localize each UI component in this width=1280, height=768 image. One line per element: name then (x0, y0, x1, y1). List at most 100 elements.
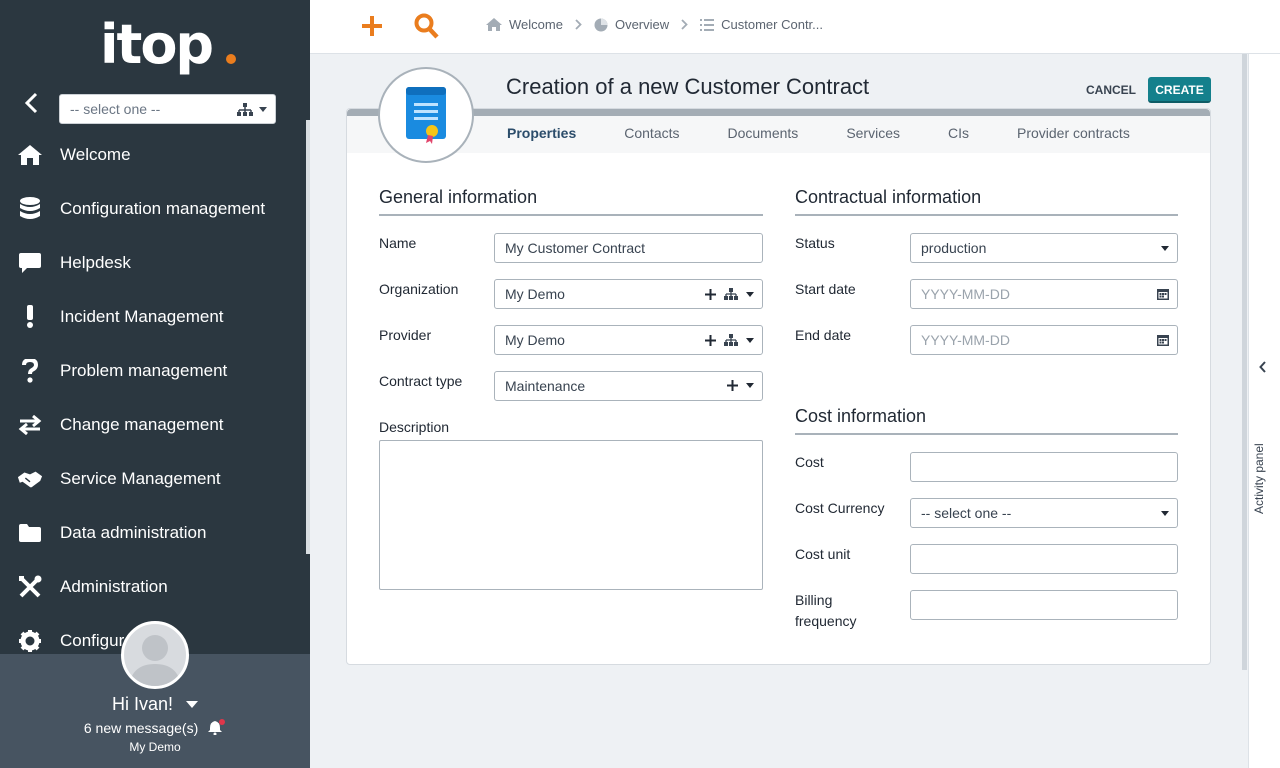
exclamation-icon (17, 304, 43, 330)
logo-dot (226, 54, 236, 64)
menu-item-welcome[interactable]: Welcome (0, 128, 306, 182)
sidebar-scrollbar[interactable] (306, 120, 310, 554)
list-icon (700, 18, 715, 31)
bell-icon (208, 719, 226, 736)
card-header-band (347, 109, 1210, 116)
folder-icon (17, 520, 43, 546)
user-area: Hi Ivan! 6 new message(s) My Demo (0, 621, 310, 768)
house-icon (486, 18, 502, 31)
main-menu: Welcome Configuration management Helpdes… (0, 128, 306, 668)
tab-documents[interactable]: Documents (728, 125, 799, 141)
page-title: Creation of a new Customer Contract (506, 74, 870, 99)
menu-item-problem-management[interactable]: Problem management (0, 344, 306, 398)
section-divider (795, 433, 1178, 435)
menu-item-data-administration[interactable]: Data administration (0, 506, 306, 560)
tab-contacts[interactable]: Contacts (624, 125, 679, 141)
main-scrollbar[interactable] (1242, 54, 1247, 670)
general-information-title: General information (379, 187, 538, 207)
pie-chart-icon (594, 18, 608, 31)
speech-bubble-icon (17, 250, 43, 276)
menu-item-incident-management[interactable]: Incident Management (0, 290, 306, 344)
billing-frequency-field[interactable] (910, 590, 1178, 620)
tab-properties[interactable]: Properties (507, 125, 576, 141)
description-textarea[interactable] (379, 440, 763, 590)
breadcrumb-customer-contract[interactable]: Customer Contr... (700, 17, 823, 32)
database-icon (17, 196, 43, 222)
caret-down-icon (1161, 246, 1169, 251)
cost-field[interactable] (910, 452, 1178, 482)
contract-type-label: Contract type (379, 373, 463, 389)
chevron-left-icon (24, 92, 38, 114)
global-search-button[interactable] (414, 12, 440, 45)
plus-icon[interactable] (705, 288, 716, 300)
tab-provider-contracts[interactable]: Provider contracts (1017, 125, 1130, 141)
menu-item-service-management[interactable]: Service Management (0, 452, 306, 506)
arrows-exchange-icon (17, 412, 43, 438)
status-select[interactable]: production (910, 233, 1178, 263)
itop-logo[interactable]: itop (100, 10, 240, 80)
user-greeting[interactable]: Hi Ivan! (0, 694, 310, 715)
hierarchy-icon (237, 103, 253, 116)
caret-down-icon (1161, 511, 1169, 516)
cost-label: Cost (795, 454, 824, 470)
status-label: Status (795, 235, 835, 251)
plus-icon[interactable] (727, 380, 738, 391)
object-tabs: Properties Contacts Documents Services C… (507, 125, 1178, 141)
provider-label: Provider (379, 327, 432, 343)
name-field[interactable]: My Customer Contract (494, 233, 763, 263)
new-messages[interactable]: 6 new message(s) (0, 719, 310, 736)
chevron-right-icon (681, 19, 688, 30)
house-icon (17, 142, 43, 168)
caret-down-icon[interactable] (746, 337, 754, 343)
hierarchy-icon[interactable] (724, 334, 738, 346)
breadcrumb-welcome[interactable]: Welcome (486, 17, 563, 32)
user-organization: My Demo (129, 740, 181, 754)
question-icon (17, 358, 43, 384)
caret-down-icon[interactable] (746, 291, 754, 297)
start-date-label: Start date (795, 281, 856, 297)
tab-services[interactable]: Services (846, 125, 900, 141)
person-silhouette-icon (129, 635, 181, 686)
calendar-icon[interactable] (1157, 334, 1169, 346)
name-label: Name (379, 235, 417, 251)
tab-cis[interactable]: CIs (948, 125, 969, 141)
calendar-icon[interactable] (1157, 288, 1169, 300)
tools-icon (17, 574, 43, 600)
start-date-field[interactable]: YYYY-MM-DD (910, 279, 1178, 309)
chevron-left-icon[interactable] (1259, 360, 1267, 378)
end-date-label: End date (795, 327, 852, 343)
customer-contract-icon (378, 67, 474, 163)
menu-item-helpdesk[interactable]: Helpdesk (0, 236, 306, 290)
caret-down-icon (259, 107, 267, 112)
end-date-field[interactable]: YYYY-MM-DD (910, 325, 1178, 355)
description-label: Description (379, 419, 450, 435)
provider-field[interactable]: My Demo (494, 325, 763, 355)
new-object-button[interactable] (360, 12, 384, 45)
cost-unit-field[interactable] (910, 544, 1178, 574)
menu-item-administration[interactable]: Administration (0, 560, 306, 614)
section-divider (795, 214, 1178, 216)
chevron-right-icon (575, 19, 582, 30)
menu-item-change-management[interactable]: Change management (0, 398, 306, 452)
cost-unit-label: Cost unit (795, 546, 851, 562)
breadcrumb-overview[interactable]: Overview (594, 17, 669, 32)
contractual-information-title: Contractual information (795, 187, 982, 207)
cancel-button[interactable]: CANCEL (1080, 80, 1142, 100)
hierarchy-icon[interactable] (724, 288, 738, 300)
contract-type-field[interactable]: Maintenance (494, 371, 763, 401)
sidebar: itop -- select one -- Welcome Configurat… (0, 0, 310, 768)
caret-down-icon[interactable] (746, 383, 754, 388)
cost-currency-select[interactable]: -- select one -- (910, 498, 1178, 528)
organization-field[interactable]: My Demo (494, 279, 763, 309)
caret-down-icon (186, 701, 199, 709)
top-bar: Welcome Overview Customer Contr... (310, 0, 1280, 54)
plus-icon[interactable] (705, 334, 716, 346)
activity-panel[interactable]: Activity panel (1248, 54, 1280, 768)
user-avatar[interactable] (121, 621, 189, 689)
menu-item-configuration-management[interactable]: Configuration management (0, 182, 306, 236)
collapse-sidebar-button[interactable] (18, 90, 44, 116)
organization-select[interactable]: -- select one -- (59, 94, 276, 124)
gear-icon (17, 628, 43, 654)
create-button[interactable]: CREATE (1148, 77, 1211, 103)
cost-currency-label: Cost Currency (795, 500, 885, 516)
